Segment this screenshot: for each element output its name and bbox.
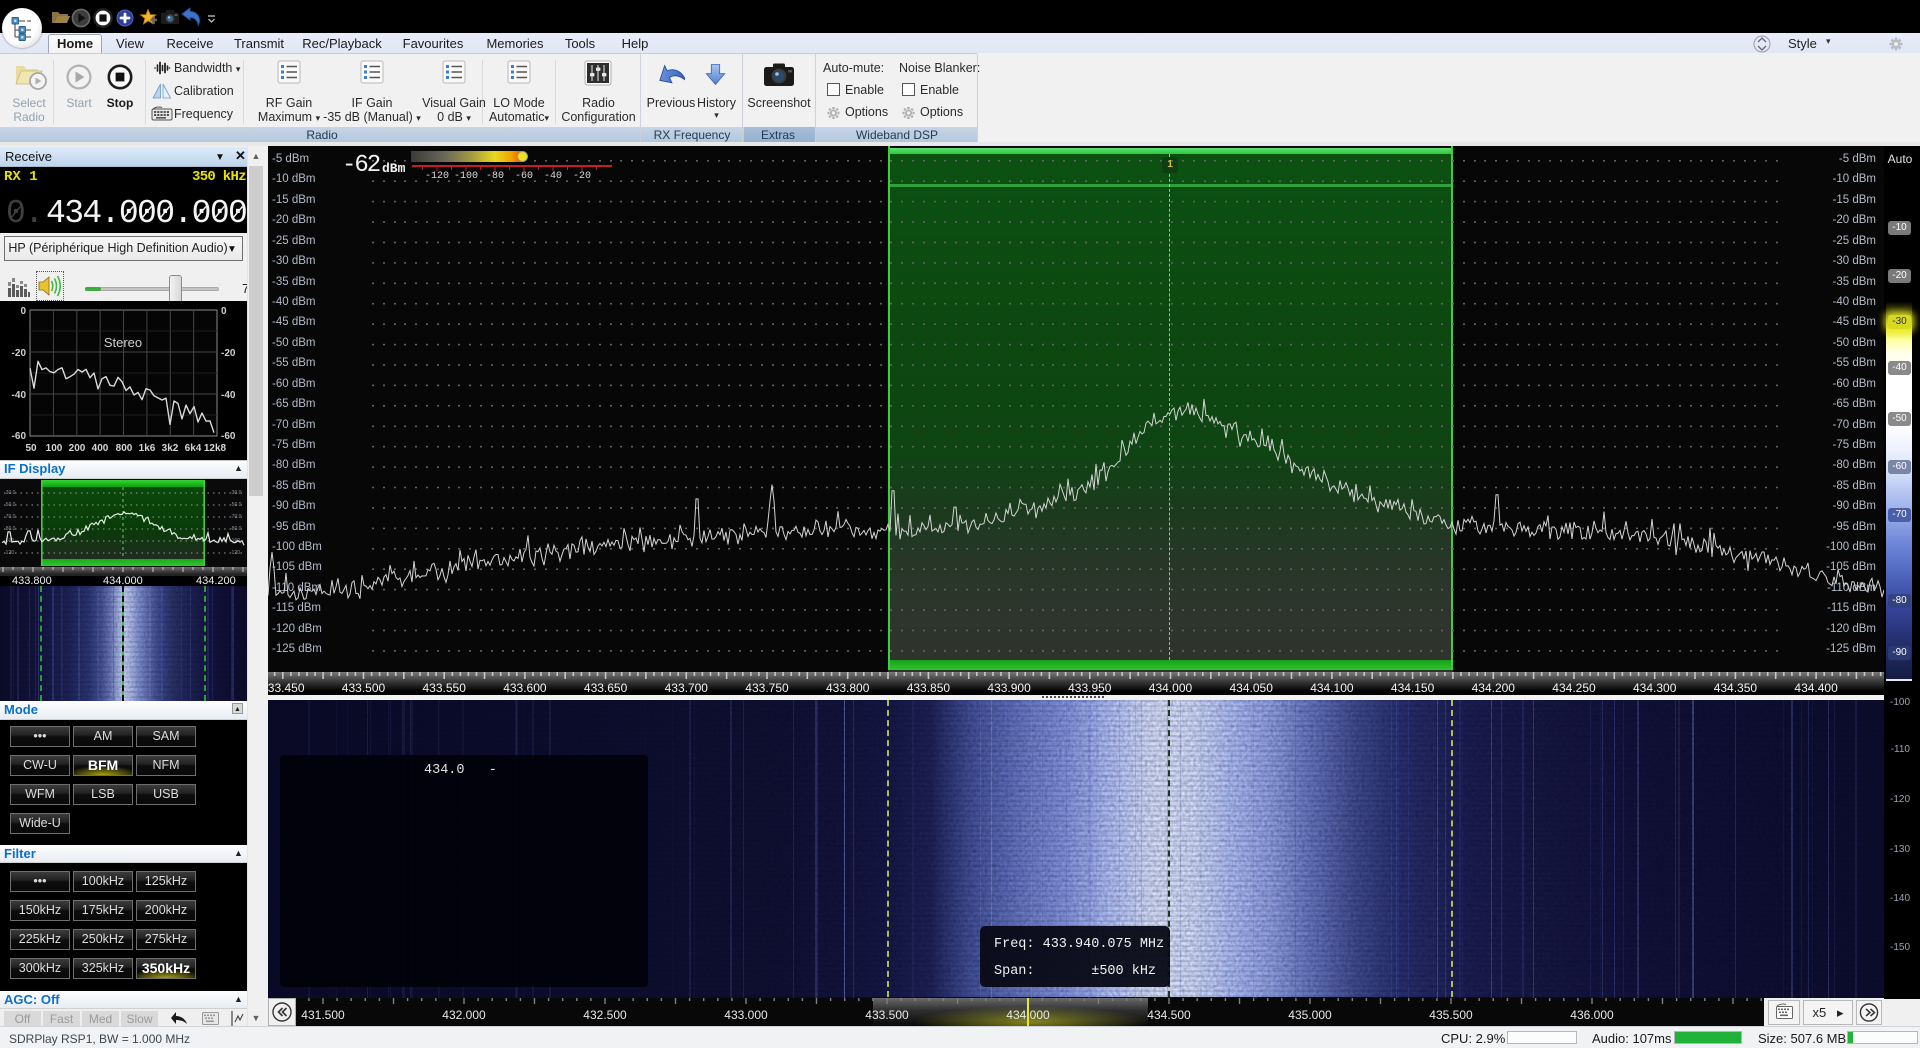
- svg-text:-80.0: -80.0: [230, 526, 242, 532]
- svg-text:-50.0: -50.0: [230, 502, 242, 508]
- svg-text:3k2: 3k2: [162, 443, 179, 454]
- svg-text:100: 100: [46, 443, 63, 454]
- svg-text:-120: -120: [4, 550, 14, 556]
- svg-text:800: 800: [116, 443, 133, 454]
- svg-text:-50.0: -50.0: [4, 502, 16, 508]
- svg-text:1k6: 1k6: [139, 443, 156, 454]
- svg-text:-70.0: -70.0: [4, 514, 16, 520]
- svg-text:0.: 0.: [6, 195, 42, 231]
- svg-text:-30.0: -30.0: [230, 490, 242, 496]
- svg-text:0: 0: [221, 306, 227, 317]
- svg-text:200: 200: [69, 443, 86, 454]
- svg-text:-80.0: -80.0: [4, 526, 16, 532]
- svg-text:-20: -20: [221, 348, 236, 359]
- svg-text:-40: -40: [221, 390, 236, 401]
- svg-text:-20: -20: [12, 348, 27, 359]
- svg-text:-70.0: -70.0: [230, 514, 242, 520]
- svg-text:6k4: 6k4: [185, 443, 202, 454]
- svg-text:12k8: 12k8: [204, 443, 227, 454]
- svg-text:-60: -60: [12, 431, 27, 442]
- svg-text:-30.0: -30.0: [4, 490, 16, 496]
- svg-text:-60: -60: [221, 431, 236, 442]
- svg-text:-40: -40: [12, 390, 27, 401]
- svg-text:Stereo: Stereo: [104, 335, 142, 350]
- svg-text:50: 50: [25, 443, 37, 454]
- svg-text:400: 400: [92, 443, 109, 454]
- svg-text:-120: -120: [230, 550, 240, 556]
- svg-text:0: 0: [20, 306, 26, 317]
